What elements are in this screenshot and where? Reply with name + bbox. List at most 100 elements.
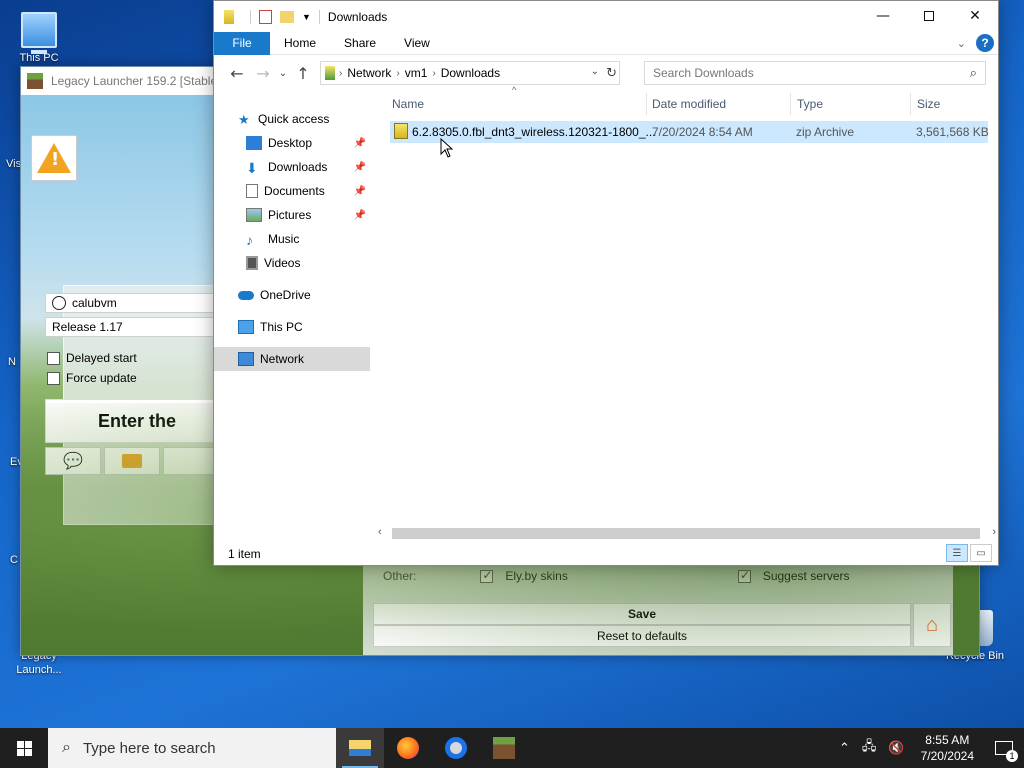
chat-button[interactable]: 💬: [45, 447, 101, 475]
launcher-title: Legacy Launcher 159.2 [Stable]: [51, 74, 221, 88]
column-divider[interactable]: [790, 93, 791, 115]
forward-button[interactable]: →: [250, 60, 276, 86]
details-view-button[interactable]: ☰: [946, 544, 968, 562]
large-icons-view-button[interactable]: ▭: [970, 544, 992, 562]
user-icon: [52, 296, 66, 310]
chevron-right-icon: ›: [339, 67, 343, 79]
folder-button[interactable]: [104, 447, 160, 475]
address-bar[interactable]: › Network › vm1 › Downloads ⌄ ↻: [320, 61, 620, 85]
close-button[interactable]: ✕: [952, 1, 998, 31]
sort-ascending-icon: ^: [512, 85, 517, 95]
tab-home[interactable]: Home: [270, 32, 330, 55]
customize-toolbar-chevron-icon[interactable]: ▼: [302, 12, 311, 22]
breadcrumb-vm1[interactable]: vm1: [405, 66, 428, 80]
file-row[interactable]: 6.2.8305.0.fbl_dnt3_wireless.120321-1800…: [390, 121, 989, 143]
taskbar-firefox[interactable]: [384, 728, 432, 768]
new-folder-icon[interactable]: [280, 10, 294, 23]
suggest-servers-checkbox[interactable]: [737, 568, 751, 583]
explorer-titlebar[interactable]: ▼ Downloads — ✕: [214, 1, 998, 32]
network-location-icon: [325, 66, 335, 80]
breadcrumb-network[interactable]: Network: [347, 66, 391, 80]
version-select[interactable]: Release 1.17: [45, 317, 215, 337]
expand-ribbon-chevron-icon[interactable]: ⌄: [957, 37, 966, 50]
recent-locations-button[interactable]: ⌄: [276, 60, 290, 86]
scroll-left-icon[interactable]: ‹: [378, 526, 382, 538]
status-item-count: 1 item: [228, 547, 261, 561]
column-name[interactable]: Name: [392, 97, 424, 111]
download-arrow-icon: ⬇: [246, 160, 258, 176]
force-update-checkbox[interactable]: Force update: [47, 371, 137, 385]
nav-item-downloads[interactable]: ⬇ Downloads 📌: [246, 155, 402, 179]
column-divider[interactable]: [910, 93, 911, 115]
column-size[interactable]: Size: [917, 97, 940, 111]
address-dropdown-icon[interactable]: ⌄: [591, 66, 599, 77]
network-status-icon[interactable]: 🖧: [862, 737, 877, 759]
show-hidden-icons-chevron-icon[interactable]: ⌃: [839, 741, 850, 756]
windows-logo-icon: [16, 740, 32, 756]
taskbar-search-placeholder: Type here to search: [82, 739, 216, 757]
pictures-icon: [246, 208, 262, 222]
nav-item-quick-access[interactable]: ★ Quick access: [238, 107, 394, 131]
refresh-icon[interactable]: ↻: [606, 65, 617, 81]
start-button[interactable]: [0, 728, 48, 768]
nav-item-desktop[interactable]: Desktop 📌: [246, 131, 402, 155]
properties-icon[interactable]: [259, 9, 272, 24]
column-date-modified[interactable]: Date modified: [652, 97, 726, 111]
taskbar-file-explorer[interactable]: [336, 728, 384, 768]
ely-skins-checkbox[interactable]: [480, 568, 494, 583]
desktop-icon-fragment: Vis: [6, 158, 22, 170]
help-icon[interactable]: ?: [976, 34, 994, 52]
search-input[interactable]: Search Downloads ⌕: [644, 61, 986, 85]
checkbox-box[interactable]: [47, 371, 60, 385]
desktop-icon-this-pc[interactable]: This PC: [2, 12, 76, 65]
horizontal-scrollbar[interactable]: ‹ ›: [374, 525, 998, 542]
save-button[interactable]: Save: [373, 603, 911, 625]
toolbar-button[interactable]: [163, 447, 219, 475]
minimize-button[interactable]: —: [860, 1, 906, 31]
home-button[interactable]: ⌂: [913, 603, 951, 647]
nav-item-onedrive[interactable]: OneDrive: [238, 283, 394, 307]
document-icon: [246, 184, 258, 198]
nav-item-videos[interactable]: Videos: [246, 251, 402, 275]
taskbar-search-box[interactable]: ⌕ Type here to search: [48, 728, 336, 768]
maximize-button[interactable]: [906, 1, 952, 31]
music-note-icon: ♪: [246, 232, 253, 248]
column-type[interactable]: Type: [797, 97, 823, 111]
nav-item-documents[interactable]: Documents 📌: [246, 179, 402, 203]
breadcrumb-downloads[interactable]: Downloads: [441, 66, 500, 80]
quick-access-pin-icon[interactable]: [224, 9, 234, 24]
nav-item-music[interactable]: ♪ Music: [246, 227, 402, 251]
username-field[interactable]: calubvm: [45, 293, 215, 313]
action-center-button[interactable]: 1: [984, 728, 1024, 768]
back-button[interactable]: ←: [224, 60, 250, 86]
scroll-right-icon[interactable]: ›: [992, 526, 996, 538]
film-icon: [246, 256, 258, 270]
taskbar-clock[interactable]: 8:55 AM 7/20/2024: [921, 732, 974, 764]
volume-muted-icon[interactable]: 🔇: [888, 741, 904, 756]
taskbar-chrome[interactable]: [432, 728, 480, 768]
tab-file[interactable]: File: [214, 31, 270, 55]
column-divider[interactable]: [646, 93, 647, 115]
home-icon: ⌂: [925, 613, 939, 636]
warning-button[interactable]: !: [31, 135, 77, 181]
desktop-icon-fragment: N: [8, 356, 16, 368]
enter-game-label: Enter the: [98, 410, 177, 431]
nav-label: Music: [268, 232, 300, 246]
other-label: Other:: [383, 569, 417, 583]
star-icon: ★: [238, 112, 250, 127]
checkbox-box[interactable]: [47, 351, 60, 365]
tab-share[interactable]: Share: [330, 32, 390, 55]
reset-defaults-button[interactable]: Reset to defaults: [373, 625, 911, 647]
taskbar-legacy-launcher[interactable]: [480, 728, 528, 768]
nav-item-this-pc[interactable]: This PC: [238, 315, 394, 339]
maximize-icon: [924, 11, 934, 21]
file-date: 7/20/2024 8:54 AM: [652, 125, 753, 139]
nav-item-pictures[interactable]: Pictures 📌: [246, 203, 402, 227]
up-button[interactable]: ↑: [290, 60, 316, 86]
tab-view[interactable]: View: [390, 32, 444, 55]
delayed-start-checkbox[interactable]: Delayed start: [47, 351, 137, 365]
scrollbar-thumb[interactable]: [392, 528, 980, 539]
enter-game-button[interactable]: Enter the: [45, 399, 225, 443]
username-value: calubvm: [72, 296, 117, 310]
nav-item-network[interactable]: Network: [214, 347, 370, 371]
